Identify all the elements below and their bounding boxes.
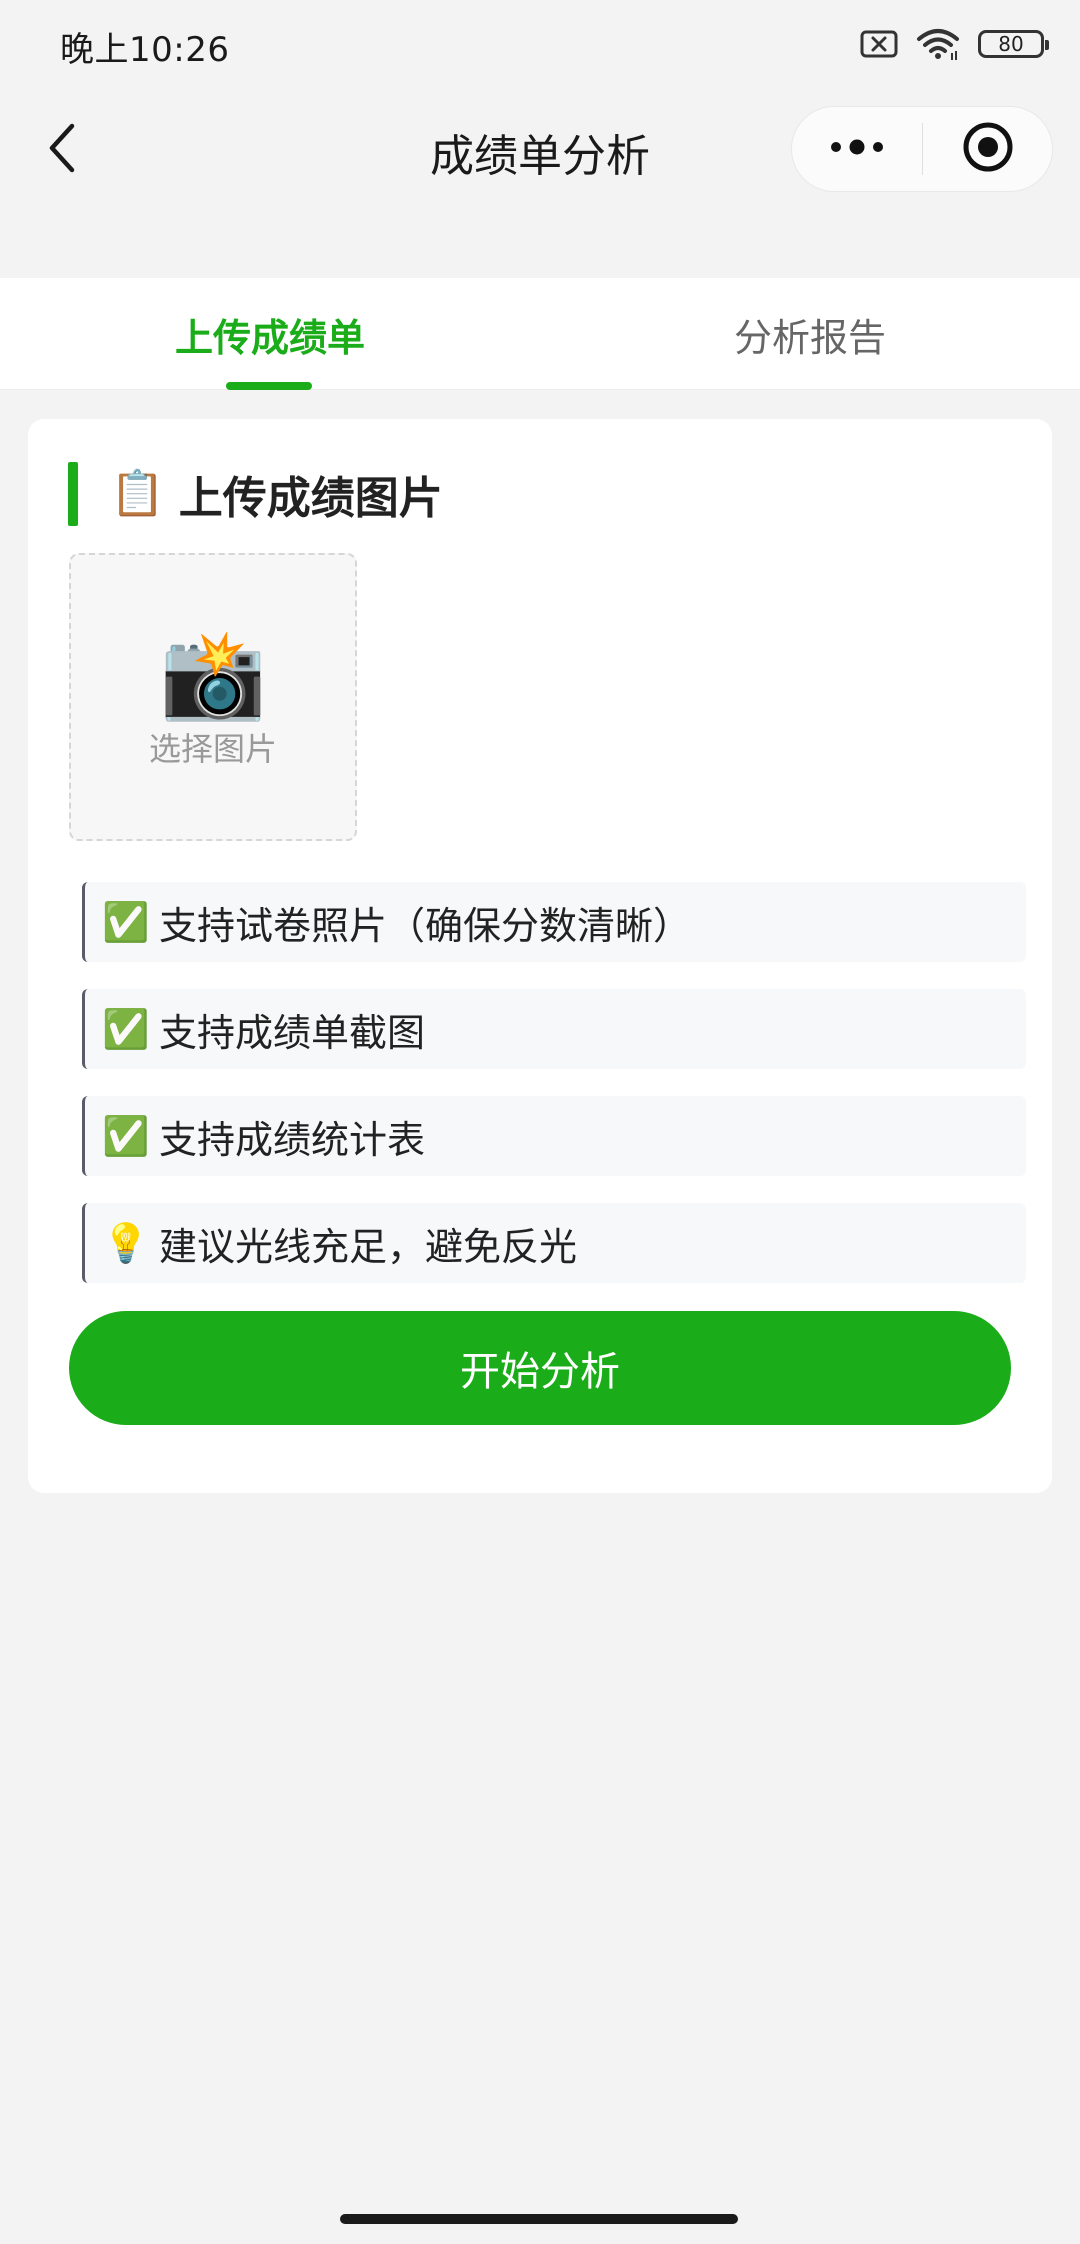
start-analysis-button[interactable]: 开始分析 xyxy=(69,1311,1011,1425)
home-indicator[interactable] xyxy=(340,2214,738,2224)
tip-item: ✅ 支持成绩统计表 xyxy=(82,1096,1026,1176)
tab-upload-label: 上传成绩单 xyxy=(174,315,365,360)
battery-icon: 80 xyxy=(978,30,1049,58)
status-time: 晚上10:26 xyxy=(60,30,230,70)
section-accent-bar xyxy=(68,462,78,526)
select-image-button[interactable]: 📸 选择图片 xyxy=(69,553,357,841)
check-mark-icon: ✅ xyxy=(102,1114,150,1158)
tip-text: 支持成绩统计表 xyxy=(159,1117,426,1162)
tab-upload[interactable]: 上传成绩单 xyxy=(0,278,540,390)
tab-report-label: 分析报告 xyxy=(733,315,886,360)
check-mark-icon: ✅ xyxy=(102,900,150,944)
tip-item: ✅ 支持成绩单截图 xyxy=(82,989,1026,1069)
sim-off-icon xyxy=(860,29,898,59)
light-bulb-icon: 💡 xyxy=(102,1221,150,1265)
more-button[interactable] xyxy=(792,107,922,191)
section-header: 📋 上传成绩图片 xyxy=(68,461,443,527)
tip-text: 支持成绩单截图 xyxy=(159,1010,426,1055)
mini-program-capsule xyxy=(791,106,1053,192)
battery-level: 80 xyxy=(998,32,1024,56)
more-dots-icon xyxy=(827,137,887,161)
nav-bar: 成绩单分析 xyxy=(0,92,1080,208)
select-image-label: 选择图片 xyxy=(148,730,277,768)
tip-text: 支持试卷照片（确保分数清晰） xyxy=(159,903,692,948)
close-button[interactable] xyxy=(923,107,1052,191)
active-tab-indicator xyxy=(226,382,312,390)
wifi-icon xyxy=(916,27,960,61)
status-icons: 80 xyxy=(860,22,1049,66)
status-bar: 晚上10:26 80 xyxy=(0,0,1080,92)
target-circle-icon xyxy=(962,121,1014,177)
tab-bar: 上传成绩单 分析报告 xyxy=(0,278,1080,390)
check-mark-icon: ✅ xyxy=(102,1007,150,1051)
section-title: 上传成绩图片 xyxy=(178,473,443,524)
tip-item: 💡 建议光线充足，避免反光 xyxy=(82,1203,1026,1283)
upload-card: 📋 上传成绩图片 📸 选择图片 ✅ 支持试卷照片（确保分数清晰） ✅ 支持成绩单… xyxy=(28,419,1052,1493)
clipboard-icon: 📋 xyxy=(110,468,165,519)
tips-list: ✅ 支持试卷照片（确保分数清晰） ✅ 支持成绩单截图 ✅ 支持成绩统计表 💡 建… xyxy=(82,882,1026,1310)
tab-report[interactable]: 分析报告 xyxy=(540,278,1080,390)
camera-flash-icon: 📸 xyxy=(159,625,267,725)
tip-text: 建议光线充足，避免反光 xyxy=(159,1224,578,1269)
tip-item: ✅ 支持试卷照片（确保分数清晰） xyxy=(82,882,1026,962)
